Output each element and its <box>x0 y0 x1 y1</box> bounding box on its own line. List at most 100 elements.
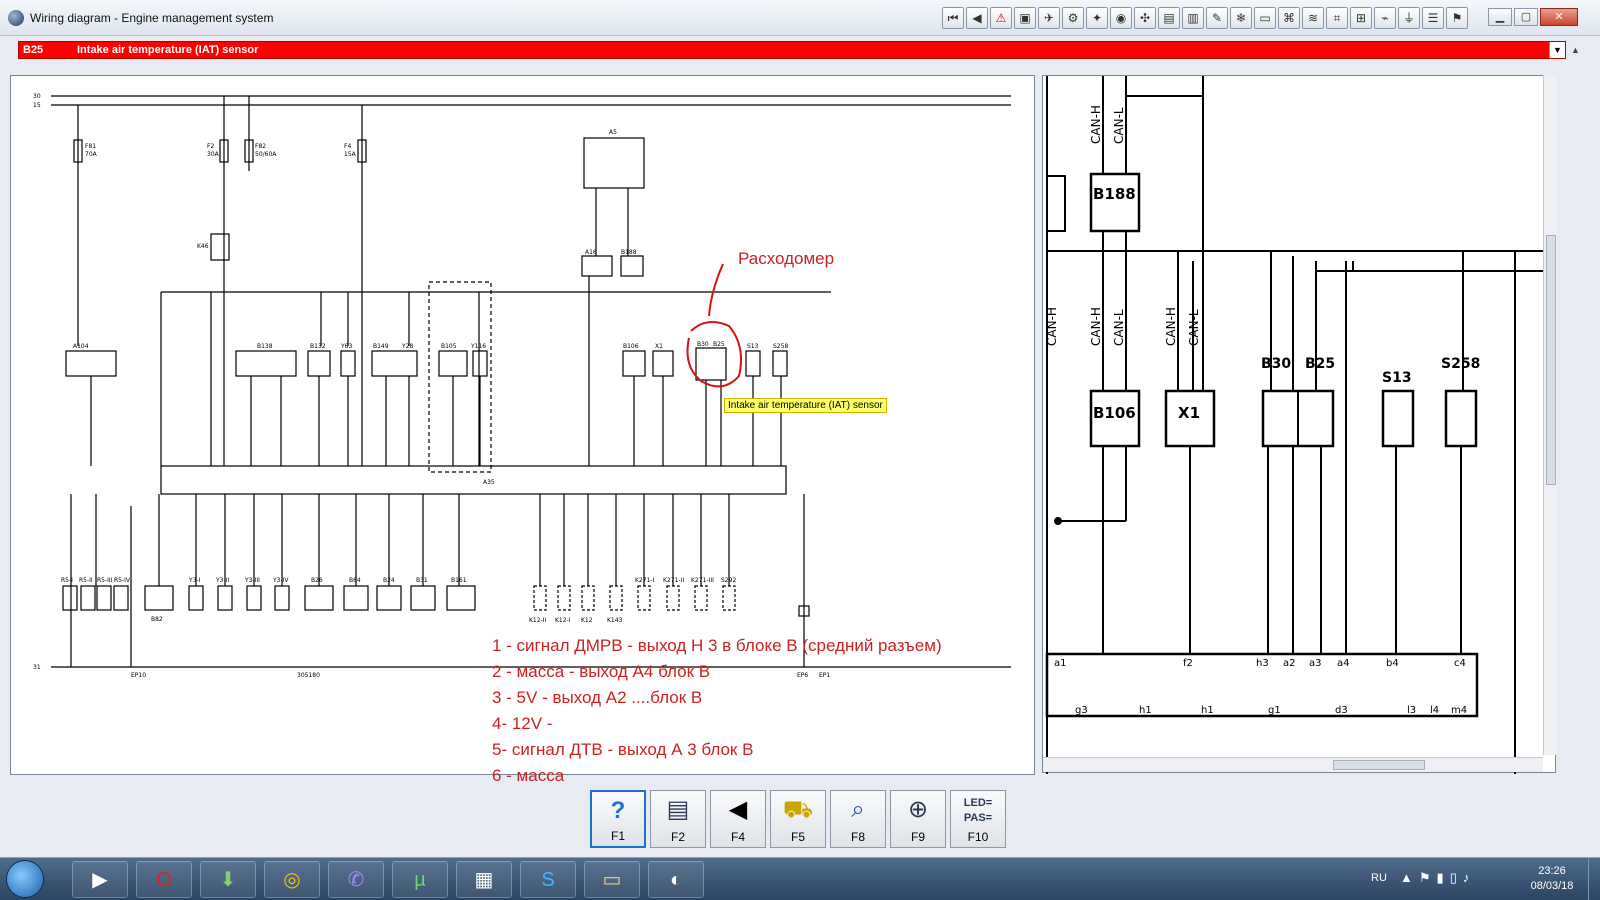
downloader-icon[interactable]: ⬇ <box>200 861 256 898</box>
svg-text:CAN-H: CAN-H <box>1089 105 1103 144</box>
svg-text:30: 30 <box>33 93 41 100</box>
component-code: B25 <box>23 44 44 56</box>
fkey-label: F9 <box>910 830 925 844</box>
start-button[interactable] <box>6 860 44 898</box>
components-icon[interactable]: ✣ <box>1134 7 1156 29</box>
control-panel-icon[interactable]: ▦ <box>456 861 512 898</box>
show-desktop-button[interactable] <box>1588 858 1600 900</box>
vertical-scroll-thumb[interactable] <box>1546 235 1556 485</box>
fkey-label: F2 <box>670 830 685 844</box>
svg-text:Y116: Y116 <box>470 343 486 350</box>
diagnosis-icon[interactable]: ⌘ <box>1278 7 1300 29</box>
chrome-icon[interactable]: ◎ <box>264 861 320 898</box>
chevron-down-icon[interactable]: ▼ <box>1549 42 1565 58</box>
svg-text:F4: F4 <box>344 143 351 150</box>
note-line: 3 - 5V - выход А2 ....блок В <box>492 688 703 707</box>
flag-icon[interactable]: ⚑ <box>1446 7 1468 29</box>
svg-text:K12-I: K12-I <box>555 617 571 624</box>
exhaust-icon[interactable]: ✎ <box>1206 7 1228 29</box>
svg-text:h1: h1 <box>1139 705 1152 716</box>
horizontal-scrollbar[interactable] <box>1043 757 1543 772</box>
svg-text:R5-I: R5-I <box>61 577 73 584</box>
warning-icon[interactable]: ⚠ <box>990 7 1012 29</box>
media-player-icon[interactable]: ▶ <box>72 861 128 898</box>
svg-text:B105: B105 <box>441 343 457 350</box>
svg-text:S258: S258 <box>773 343 788 350</box>
help-icon: ? <box>610 797 626 824</box>
relays-icon[interactable]: ⊞ <box>1350 7 1372 29</box>
svg-text:h1: h1 <box>1201 705 1214 716</box>
svg-text:R5-IV: R5-IV <box>114 577 131 584</box>
f1-help-button[interactable]: ? F1 <box>590 790 646 848</box>
svg-text:B30: B30 <box>697 341 709 348</box>
horizontal-scroll-thumb[interactable] <box>1333 760 1425 770</box>
grounds-icon[interactable]: ⏚ <box>1398 7 1420 29</box>
minimize-button[interactable]: ▁ <box>1488 8 1512 26</box>
network-icon[interactable]: ▯ <box>1450 870 1463 885</box>
fuel-icon[interactable]: ▤ <box>1158 7 1180 29</box>
back-icon: ◀ <box>728 796 748 823</box>
previous-page-icon[interactable]: ◀ <box>966 7 988 29</box>
svg-text:B25: B25 <box>713 341 725 348</box>
diagram-app-icon[interactable]: ◐ <box>648 861 704 898</box>
connectors-icon[interactable]: ⌗ <box>1326 7 1348 29</box>
svg-text:F2: F2 <box>207 143 214 150</box>
svg-text:15: 15 <box>33 102 41 109</box>
first-page-icon[interactable]: ⏮ <box>942 7 964 29</box>
note-line: 4- 12V - <box>492 714 553 733</box>
note-line: 5- сигнал ДТВ - выход А 3 блок В <box>492 740 754 759</box>
svg-text:B24: B24 <box>383 577 395 584</box>
f5-vehicle-button[interactable]: ⛟ F5 <box>770 790 826 848</box>
clock-date: 08/03/18 <box>1530 880 1574 892</box>
svg-text:CAN-L: CAN-L <box>1112 107 1126 144</box>
svg-text:g3: g3 <box>1075 705 1088 716</box>
wiring-icon[interactable]: ≋ <box>1302 7 1324 29</box>
explorer-icon[interactable]: ▭ <box>584 861 640 898</box>
viber-icon[interactable]: ✆ <box>328 861 384 898</box>
f4-back-button[interactable]: ◀ F4 <box>710 790 766 848</box>
f8-search-component-button[interactable]: ⌕ F8 <box>830 790 886 848</box>
tray-expand-icon[interactable]: ▲ <box>1400 870 1419 885</box>
opera-icon[interactable]: O <box>136 861 192 898</box>
f2-print-button[interactable]: ▤ F2 <box>650 790 706 848</box>
scroll-up-icon[interactable]: ▲ <box>1571 45 1580 55</box>
svg-text:CAN-L: CAN-L <box>1187 309 1201 346</box>
svg-text:CAN-H: CAN-H <box>1045 307 1059 346</box>
battery-icon[interactable]: ▮ <box>1437 870 1450 885</box>
svg-text:B149: B149 <box>373 343 389 350</box>
svg-text:f2: f2 <box>1183 658 1193 669</box>
close-button[interactable]: ✕ <box>1540 8 1578 26</box>
language-indicator[interactable]: RU <box>1371 872 1387 884</box>
clock-time: 23:26 <box>1538 865 1566 877</box>
cooling-icon[interactable]: ❄ <box>1230 7 1252 29</box>
injection-icon[interactable]: ▥ <box>1182 7 1204 29</box>
fuses-icon[interactable]: ⌁ <box>1374 7 1396 29</box>
svg-text:a2: a2 <box>1283 658 1296 669</box>
note-line: 6 - масса <box>492 766 565 785</box>
charging-icon[interactable]: ▭ <box>1254 7 1276 29</box>
f10-led-pass-button[interactable]: LED= PAS= F10 <box>950 790 1006 848</box>
clock[interactable]: 23:26 08/03/18 <box>1524 864 1580 894</box>
vertical-scrollbar[interactable] <box>1543 75 1557 755</box>
settings-icon[interactable]: ☰ <box>1422 7 1444 29</box>
skype-icon[interactable]: S <box>520 861 576 898</box>
actuators-icon[interactable]: ◉ <box>1110 7 1132 29</box>
flowmeter-annotation: Расходомер <box>738 249 835 268</box>
airflow-icon[interactable]: ✈ <box>1038 7 1060 29</box>
utorrent-icon[interactable]: µ <box>392 861 448 898</box>
tray-flag-icon[interactable]: ⚑ <box>1419 870 1437 885</box>
svg-text:B138: B138 <box>257 343 273 350</box>
svg-text:A16: A16 <box>585 249 597 256</box>
svg-text:K143: K143 <box>607 617 623 624</box>
volume-icon[interactable]: ♪ <box>1463 870 1476 885</box>
component-selector[interactable]: B25 Intake air temperature (IAT) sensor … <box>18 41 1566 59</box>
engine-icon[interactable]: ▣ <box>1014 7 1036 29</box>
f9-zoom-button[interactable]: ⊕ F9 <box>890 790 946 848</box>
ignition-icon[interactable]: ⚙ <box>1062 7 1084 29</box>
svg-text:30A: 30A <box>207 151 220 158</box>
sensors-icon[interactable]: ✦ <box>1086 7 1108 29</box>
maximize-button[interactable]: ▢ <box>1514 8 1538 26</box>
svg-text:X1: X1 <box>1178 404 1200 422</box>
svg-text:K12: K12 <box>581 617 593 624</box>
wiring-diagram-zoomed[interactable]: B188 B106 X1 B30 B25 S13 S258 a1 f2 h3 a… <box>1042 75 1556 774</box>
